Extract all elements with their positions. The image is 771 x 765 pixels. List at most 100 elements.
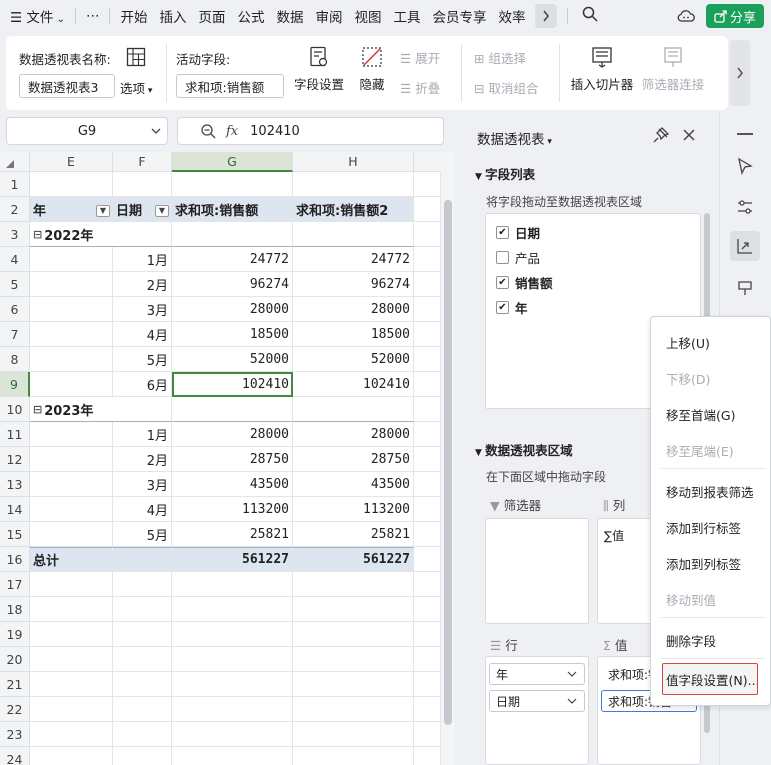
column-item-values[interactable]: ∑值 (604, 527, 624, 544)
grid-cell[interactable] (414, 697, 441, 722)
grid-cell[interactable] (30, 447, 113, 472)
grid-cell[interactable] (172, 397, 293, 422)
pivot-value-cell[interactable]: 28750 (293, 447, 414, 472)
grid-cell[interactable] (414, 747, 441, 765)
grid-cell[interactable] (414, 722, 441, 747)
row-header[interactable]: 20 (0, 647, 30, 672)
grid-cell[interactable] (113, 572, 172, 597)
grid-cell[interactable] (172, 697, 293, 722)
grid-cell[interactable] (414, 622, 441, 647)
pivot-month-cell[interactable]: 2月 (113, 447, 172, 472)
row-header[interactable]: 6 (0, 297, 30, 322)
field-item[interactable]: ✔ 销售额 (496, 273, 553, 292)
grid-cell[interactable] (113, 647, 172, 672)
pivot-value-cell[interactable]: 43500 (293, 472, 414, 497)
options-button[interactable]: 选项 ▾ (120, 78, 152, 97)
grid-cell[interactable] (30, 172, 113, 197)
field-item[interactable]: ✔ 年 (496, 298, 528, 317)
adjust-button[interactable] (736, 198, 754, 220)
menu-item-move-up[interactable]: 上移(U) (666, 333, 710, 352)
expand-button[interactable]: ☰ 展开 (400, 48, 440, 67)
pivot-value-cell[interactable]: 28000 (293, 422, 414, 447)
grid-cell[interactable] (172, 222, 293, 247)
grid-cell[interactable] (113, 697, 172, 722)
collapse-button[interactable]: ☰ 折叠 (400, 78, 440, 97)
zoom-icon[interactable] (200, 123, 216, 139)
pivot-month-cell[interactable]: 6月 (113, 372, 172, 397)
ribbon-scroll-right-button[interactable] (730, 40, 750, 106)
pivot-name-input[interactable]: 数据透视表3 (19, 74, 115, 98)
row-header[interactable]: 15 (0, 522, 30, 547)
grid-cell[interactable] (30, 472, 113, 497)
column-header-e[interactable]: E (30, 152, 113, 172)
active-field-input[interactable]: 求和项:销售额 (176, 74, 284, 98)
tab-review[interactable]: 审阅 (309, 6, 348, 26)
tab-view[interactable]: 视图 (348, 6, 387, 26)
style-button[interactable] (736, 279, 754, 301)
menu-item-move-down[interactable]: 下移(D) (666, 369, 710, 388)
row-header[interactable]: 22 (0, 697, 30, 722)
menu-item-add-to-column-labels[interactable]: 添加到列标签 (666, 554, 741, 573)
pivot-month-cell[interactable]: 4月 (113, 322, 172, 347)
areas-header[interactable]: ▼ 数据透视表区域 (475, 440, 573, 459)
pivot-value-cell[interactable]: 102410 (293, 372, 414, 397)
row-header[interactable]: 12 (0, 447, 30, 472)
pivot-value-cell[interactable]: 18500 (172, 322, 293, 347)
row-header[interactable]: 18 (0, 597, 30, 622)
menu-item-move-to-values[interactable]: 移动到值 (666, 590, 716, 609)
grid-cell[interactable] (172, 747, 293, 765)
row-header[interactable]: 10 (0, 397, 30, 422)
grid-cell[interactable] (30, 372, 113, 397)
field-list-header[interactable]: ▼ 字段列表 (475, 164, 535, 183)
pivot-total-label[interactable]: 总计 (30, 547, 113, 572)
grid-cell[interactable] (30, 422, 113, 447)
scrollbar-thumb[interactable] (444, 200, 452, 725)
row-header[interactable]: 13 (0, 472, 30, 497)
row-header[interactable]: 11 (0, 422, 30, 447)
menu-item-move-to-end[interactable]: 移至尾端(E) (666, 441, 734, 460)
column-header-g[interactable]: G (172, 152, 293, 172)
grid-cell[interactable] (113, 622, 172, 647)
tab-insert[interactable]: 插入 (153, 6, 192, 26)
grid-cell[interactable] (414, 447, 441, 472)
grid-cell[interactable] (30, 247, 113, 272)
hide-button[interactable]: 隐藏 (356, 46, 388, 93)
grid-cell[interactable] (30, 697, 113, 722)
collapse-group-icon[interactable]: ⊟ (33, 403, 42, 416)
pivot-value-cell[interactable]: 24772 (172, 247, 293, 272)
row-header[interactable]: 21 (0, 672, 30, 697)
grid-cell[interactable] (414, 297, 441, 322)
ungroup-button[interactable]: ⊟ 取消组合 (474, 78, 538, 97)
grid-cell[interactable] (414, 522, 441, 547)
pivot-value-cell[interactable]: 113200 (293, 497, 414, 522)
pivot-value-cell[interactable]: 28000 (293, 297, 414, 322)
grid-cell[interactable] (414, 247, 441, 272)
name-box[interactable]: G9 (6, 117, 168, 145)
grid-cell[interactable] (172, 597, 293, 622)
tab-efficiency[interactable]: 效率 (492, 6, 531, 26)
grid-cell[interactable] (414, 272, 441, 297)
grid-cell[interactable] (30, 672, 113, 697)
pivot-header-sum2[interactable]: 求和项:销售额2 (293, 197, 414, 222)
selected-cell-g9[interactable]: 102410 (172, 372, 293, 397)
grid-cell[interactable] (414, 372, 441, 397)
grid-cell[interactable] (113, 597, 172, 622)
grid-cell[interactable] (113, 547, 172, 572)
grid-cell[interactable] (30, 272, 113, 297)
cloud-button[interactable] (677, 8, 695, 28)
pivot-value-cell[interactable]: 43500 (172, 472, 293, 497)
grid-cell[interactable] (113, 172, 172, 197)
field-settings-button[interactable]: 字段设置 (291, 46, 347, 93)
pivot-month-cell[interactable]: 1月 (113, 422, 172, 447)
pivot-value-cell[interactable]: 25821 (172, 522, 293, 547)
grid-cell[interactable] (414, 497, 441, 522)
select-all-corner[interactable] (0, 152, 30, 172)
tab-data[interactable]: 数据 (270, 6, 309, 26)
grid-cell[interactable] (414, 472, 441, 497)
row-header[interactable]: 14 (0, 497, 30, 522)
row-header[interactable]: 9 (0, 372, 30, 397)
pivot-header-year[interactable]: 年 ▼ (30, 197, 113, 222)
checkbox-checked-icon[interactable]: ✔ (496, 301, 509, 314)
grid-cell[interactable] (293, 747, 414, 765)
grid-cell[interactable] (30, 747, 113, 765)
